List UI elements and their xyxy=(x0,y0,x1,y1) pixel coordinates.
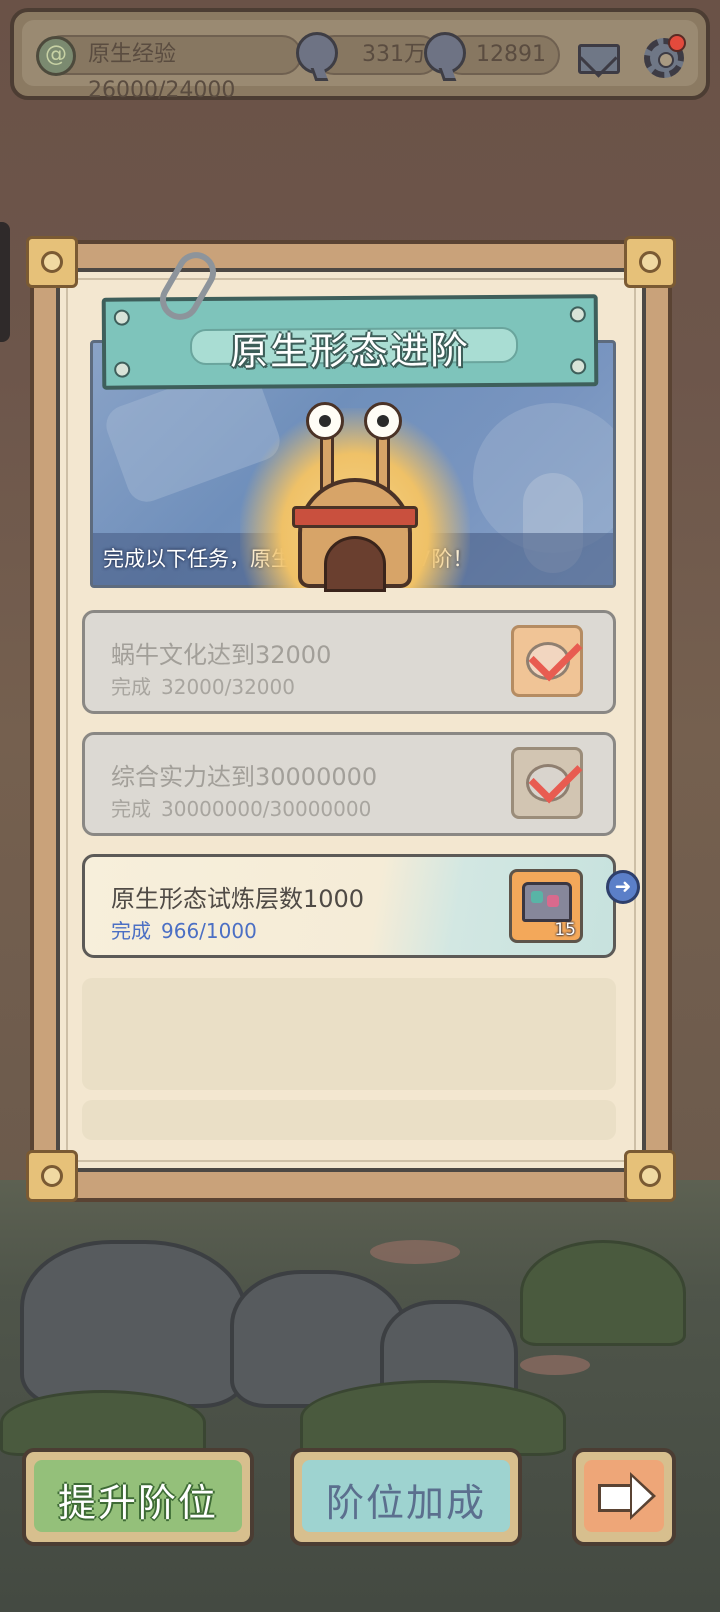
speech-bubble-icon xyxy=(424,32,466,74)
empty-task-slot xyxy=(82,1100,616,1140)
task-item[interactable]: 原生形态试炼层数1000 完成 966/1000 15 xyxy=(82,854,616,958)
task-name: 蜗牛文化达到32000 xyxy=(111,641,332,669)
task-progress: 完成 32000/32000 xyxy=(111,671,305,700)
rank-bonus-label: 阶位加成 xyxy=(325,1481,486,1525)
settings-button[interactable] xyxy=(640,34,688,82)
task-complete-badge xyxy=(511,747,583,819)
background-pebble xyxy=(370,1240,460,1264)
treasure-chest-icon xyxy=(522,882,572,922)
mail-button[interactable] xyxy=(576,36,624,80)
reward-count: 15 xyxy=(554,920,576,940)
arrow-right-icon: ➜ xyxy=(614,874,632,898)
task-name: 综合实力达到30000000 xyxy=(111,763,378,791)
arrow-right-icon-head-fill xyxy=(632,1477,652,1515)
plate-nail xyxy=(114,361,131,378)
task-status: 完成 xyxy=(111,675,151,699)
task-reward[interactable]: 15 xyxy=(509,869,583,943)
side-tab xyxy=(0,222,10,342)
top-bar: 原生经验26000/24000 @ 331万 12891 xyxy=(10,8,710,103)
background-pebble xyxy=(520,1355,590,1375)
plate-nail xyxy=(569,306,586,323)
background-bush xyxy=(0,1390,206,1456)
snail-character xyxy=(240,388,470,592)
speech-bubble-icon xyxy=(296,32,338,74)
snail-headband xyxy=(292,506,418,528)
mail-icon xyxy=(578,44,620,74)
frame-corner xyxy=(624,236,676,288)
task-status: 完成 xyxy=(111,797,151,821)
task-progress-value: 30000000/30000000 xyxy=(161,797,372,821)
next-button[interactable] xyxy=(572,1448,676,1546)
notification-dot xyxy=(668,34,686,52)
goto-button[interactable]: ➜ xyxy=(606,870,640,904)
frame-corner xyxy=(26,236,78,288)
snail-shell-icon: @ xyxy=(36,36,76,76)
exp-counter[interactable]: 原生经验26000/24000 xyxy=(42,35,302,103)
frame-corner xyxy=(26,1150,78,1202)
snail-mouth xyxy=(324,536,386,592)
task-progress-value: 32000/32000 xyxy=(161,675,295,699)
plate-nail xyxy=(570,358,587,375)
task-name: 原生形态试炼层数1000 xyxy=(111,885,365,913)
task-item[interactable]: 蜗牛文化达到32000 完成 32000/32000 xyxy=(82,610,616,714)
background-rock xyxy=(20,1240,248,1408)
task-status: 完成 xyxy=(111,919,151,943)
empty-task-slot xyxy=(82,978,616,1090)
panel-title: 原生形态进阶 xyxy=(229,328,471,374)
task-item[interactable]: 综合实力达到30000000 完成 30000000/30000000 xyxy=(82,732,616,836)
frame-corner xyxy=(624,1150,676,1202)
background-bush xyxy=(520,1240,686,1346)
task-progress: 完成 30000000/30000000 xyxy=(111,793,381,822)
exp-label: 原生经验26000/24000 xyxy=(88,42,236,103)
rank-bonus-button[interactable]: 阶位加成 xyxy=(290,1448,522,1546)
plate-nail xyxy=(113,309,130,326)
task-progress-value: 966/1000 xyxy=(161,919,257,943)
resource1-value: 331万 xyxy=(362,42,426,67)
upgrade-rank-button[interactable]: 提升阶位 xyxy=(22,1448,254,1546)
task-complete-badge xyxy=(511,625,583,697)
snail-eye xyxy=(364,402,402,440)
background-bush xyxy=(300,1380,566,1456)
resource2-value: 12891 xyxy=(476,42,546,67)
task-progress: 完成 966/1000 xyxy=(111,915,267,944)
snail-eye xyxy=(306,402,344,440)
upgrade-rank-label: 提升阶位 xyxy=(57,1481,218,1525)
